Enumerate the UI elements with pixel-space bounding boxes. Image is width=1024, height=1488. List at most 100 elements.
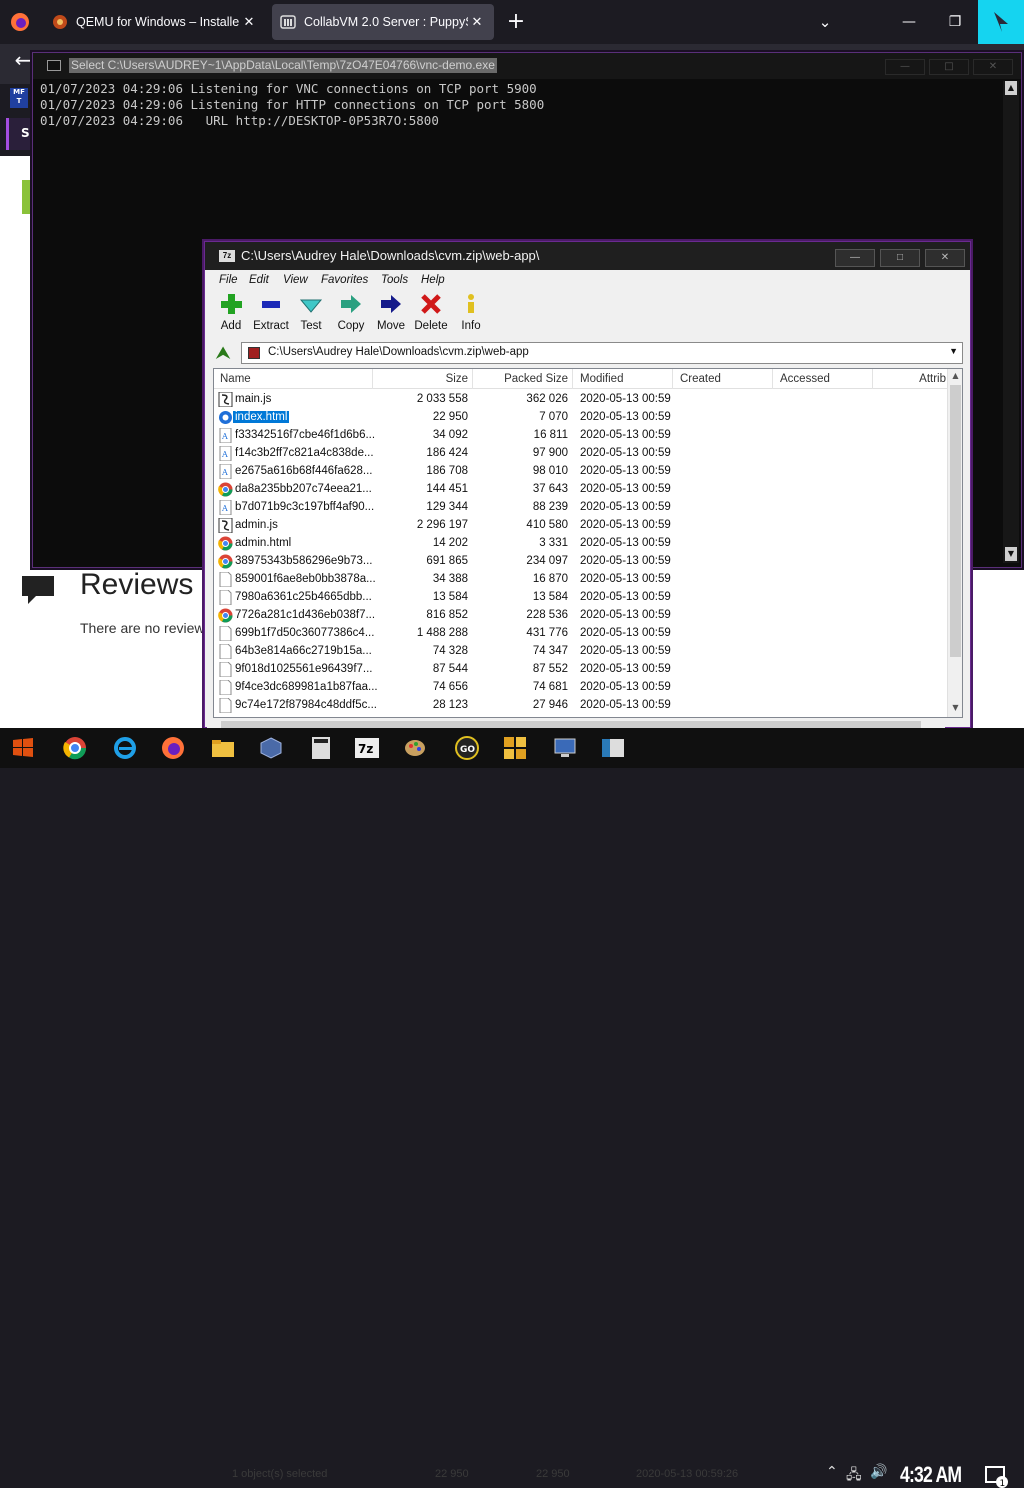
7zip-minimize-button[interactable]: — [835,249,875,267]
scroll-down-arrow-icon[interactable]: ▼ [1005,547,1017,561]
console-maximize-button[interactable]: □ [929,59,969,75]
column-divider[interactable] [572,369,573,389]
menu-favorites[interactable]: Favorites [321,274,368,286]
column-size[interactable]: Size [374,373,468,385]
menu-file[interactable]: File [219,274,238,286]
menu-tools[interactable]: Tools [381,274,408,286]
file-row[interactable]: admin.html 14 202 3 331 2020-05-13 00:59 [214,535,947,553]
file-row[interactable]: Af33342516f7cbe46f1d6b6... 34 092 16 811 20… [214,427,947,445]
scroll-up-arrow-icon[interactable]: ▲ [950,371,961,380]
file-row[interactable]: 38975343b586296e9b73... 691 865 234 097 202… [214,553,947,571]
move-button[interactable]: Move [371,292,411,332]
file-row[interactable]: 7980a6361c25b4665dbb... 13 584 13 584 2020-… [214,589,947,607]
delete-button[interactable]: Delete [411,292,451,332]
file-row[interactable]: 9f4ce3dc689981a1b87faa... 74 656 74 681 202… [214,679,947,697]
file-row[interactable]: 699b1f7d50c36077386c4... 1 488 288 431 776… [214,625,947,643]
column-divider[interactable] [472,369,473,389]
column-created[interactable]: Created [680,373,721,385]
up-folder-arrow-icon[interactable]: ⮝ [213,343,233,363]
internet-explorer-icon[interactable] [110,734,140,762]
chrome-icon[interactable] [60,734,90,762]
file-modified: 2020-05-13 00:59 [580,555,671,567]
file-row[interactable]: da8a235bb207c74eea21... 144 451 37 643 2020… [214,481,947,499]
start-menu-icon[interactable] [8,734,38,762]
file-packed-size: 87 552 [532,663,568,675]
virtualbox-icon[interactable] [256,734,286,762]
show-hidden-icons-chevron-up-icon[interactable]: ⌃ [826,1464,838,1480]
column-modified[interactable]: Modified [580,373,623,385]
window-app-icon[interactable] [598,734,628,762]
column-accessed[interactable]: Accessed [780,373,830,385]
add-button[interactable]: Add [211,292,251,332]
minimize-window-button[interactable]: — [886,0,932,44]
console-title-bar[interactable]: Select C:\Users\AUDREY~1\AppData\Local\T… [33,53,1021,79]
mosaic-app-icon[interactable] [500,734,530,762]
dropdown-arrow-icon[interactable]: ▼ [949,346,958,356]
7zip-close-button[interactable]: ✕ [925,249,965,267]
new-tab-button[interactable]: + [502,8,530,36]
file-row[interactable]: Af14c3b2ff7c821a4c838de... 186 424 97 900 2… [214,445,947,463]
extract-button[interactable]: Extract [251,292,291,332]
list-tabs-chevron-down-icon[interactable]: ⌄ [812,10,838,36]
file-row[interactable]: index.html 22 950 7 070 2020-05-13 00:59 [214,409,947,427]
column-divider[interactable] [872,369,873,389]
extension-icon[interactable]: MF T [10,88,28,108]
scroll-up-arrow-icon[interactable]: ▲ [1005,81,1017,95]
file-explorer-icon[interactable] [208,734,238,762]
close-tab-icon[interactable]: ✕ [468,14,486,30]
maximize-window-button[interactable]: ❐ [932,0,978,44]
sidebar-selected-item[interactable]: Se [6,118,38,150]
firefox-icon[interactable] [158,734,188,762]
menu-view[interactable]: View [283,274,308,286]
file-row[interactable]: Ae2675a616b68f446fa628... 186 708 98 010 20… [214,463,947,481]
file-row[interactable]: 7726a281c1d436eb038f7... 816 852 228 536 20… [214,607,947,625]
chrome-file-icon [218,554,233,569]
file-modified: 2020-05-13 00:59 [580,447,671,459]
network-computer-icon[interactable] [550,734,580,762]
paint-icon[interactable] [400,734,430,762]
file-row[interactable]: 859001f6ae8eb0bb3878a... 34 388 16 870 2020… [214,571,947,589]
test-button[interactable]: Test [291,292,331,332]
calculator-icon[interactable] [306,734,336,762]
address-field[interactable]: C:\Users\Audrey Hale\Downloads\cvm.zip\w… [241,342,963,364]
tab-qemu[interactable]: QEMU for Windows – Installe ✕ [44,4,266,40]
file-size: 22 950 [432,411,468,423]
copy-button[interactable]: Copy [331,292,371,332]
column-packed-size[interactable]: Packed Size [474,373,568,385]
console-scrollbar[interactable]: ▲ ▼ [1003,81,1019,563]
file-list-vertical-scrollbar[interactable]: ▲ ▼ [947,369,962,717]
column-attrib[interactable]: Attrib [874,373,946,385]
7zip-title-bar[interactable]: 7z C:\Users\Audrey Hale\Downloads\cvm.zi… [205,242,970,270]
account-avatar-icon[interactable] [978,0,1024,44]
info-button[interactable]: Info [451,292,491,332]
network-icon[interactable]: 🖧 [846,1464,862,1488]
check-icon [299,292,323,316]
tab-collabvm[interactable]: CollabVM 2.0 Server : PuppyS ✕ [272,4,494,40]
file-packed-size: 74 681 [532,681,568,693]
file-row[interactable]: Ab7d071b9c3c197bff4af90... 129 344 88 239 2… [214,499,947,517]
scroll-thumb[interactable] [950,385,961,657]
file-row[interactable]: 9c74e172f87984c48ddf5c... 28 123 27 946 202… [214,697,947,715]
move-arrow-icon [379,292,403,316]
7zip-taskbar-icon[interactable]: 7z [352,734,382,762]
menu-help[interactable]: Help [421,274,445,286]
file-row[interactable]: main.js 2 033 558 362 026 2020-05-13 00:59 [214,391,947,409]
column-name[interactable]: Name [220,373,370,385]
gaming-app-icon[interactable]: GO [452,734,482,762]
column-divider[interactable] [672,369,673,389]
volume-icon[interactable]: 🔊 [870,1464,887,1480]
notification-center-icon[interactable]: 1 [984,1464,1008,1488]
7zip-maximize-button[interactable]: □ [880,249,920,267]
file-row[interactable]: 64b3e814a66c2719b15a... 74 328 74 347 2020-… [214,643,947,661]
file-row[interactable]: 9f018d1025561e96439f7... 87 544 87 552 2020… [214,661,947,679]
close-tab-icon[interactable]: ✕ [240,14,258,30]
column-divider[interactable] [772,369,773,389]
console-close-button[interactable]: ✕ [973,59,1013,75]
taskbar-clock[interactable]: 4:32 AM [900,1462,962,1488]
column-divider[interactable] [372,369,373,389]
file-row[interactable]: admin.js 2 296 197 410 580 2020-05-13 00:59 [214,517,947,535]
scroll-down-arrow-icon[interactable]: ▼ [950,703,961,712]
console-minimize-button[interactable]: — [885,59,925,75]
menu-edit[interactable]: Edit [249,274,269,286]
firefox-menu-icon[interactable] [0,0,40,44]
